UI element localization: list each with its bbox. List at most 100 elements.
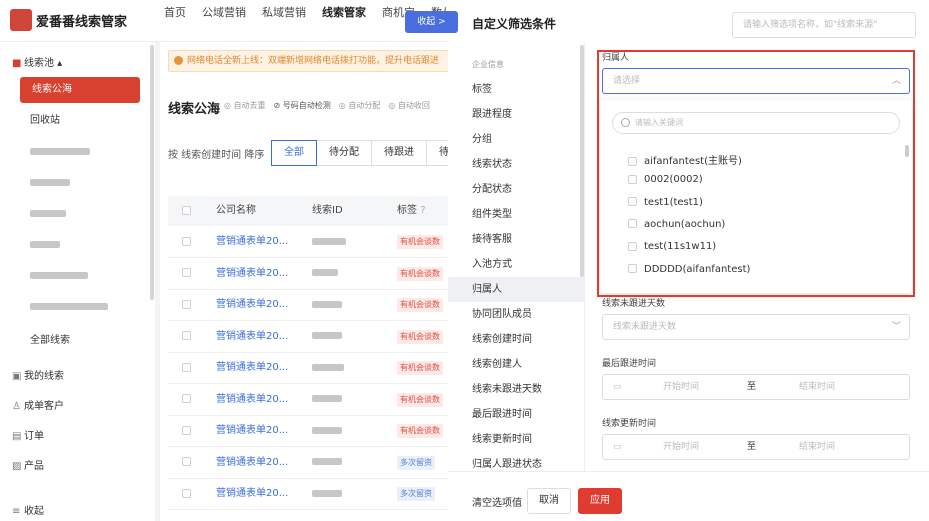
end-time[interactable]: 结束时间 [799,375,835,399]
sidebar-products[interactable]: ▨ 产品 [12,457,44,472]
topnav-public-marketing[interactable]: 公域营销 [194,0,254,42]
table-row[interactable]: 营销通表单20... 有机会谈数 [168,290,458,321]
sidebar-item-all-leads[interactable]: 全部线索 [10,328,145,354]
owner-option[interactable]: DDDDD(aifanfantest) [628,264,750,275]
filter-category-item[interactable]: 标签 [448,77,585,102]
row-checkbox[interactable] [182,290,191,320]
company-link[interactable]: 营销通表单20... [216,227,288,257]
company-link[interactable]: 营销通表单20... [216,448,288,478]
tab-all[interactable]: 全部 [271,140,317,166]
lead-icon: ▣ [12,371,22,382]
owner-search-input[interactable]: 请输入关键词 [612,112,900,134]
owner-option[interactable]: aifanfantest(主账号) [628,152,742,167]
filter-category-item[interactable]: 线索创建人 [448,352,585,377]
row-checkbox[interactable] [182,416,191,446]
owner-option[interactable]: 0002(0002) [628,174,703,185]
topnav-lead-manager[interactable]: 线索管家 [314,0,374,42]
sidebar-group-lead-pool[interactable]: ■ 线索池 ▴ [12,54,62,69]
table-row[interactable]: 营销通表单20... 有机会谈数 [168,385,458,416]
table-row[interactable]: 营销通表单20... 多次留资 [168,479,458,510]
row-checkbox[interactable] [182,385,191,415]
sidebar-item-blurred[interactable] [10,232,145,258]
end-time[interactable]: 结束时间 [799,435,835,459]
table-row[interactable]: 营销通表单20... 有机会谈数 [168,322,458,353]
tab-unassigned[interactable]: 待分配 [316,140,372,166]
owner-select[interactable]: 请选择 ︿ [602,68,910,94]
clear-options-button[interactable]: 清空选项值 [472,494,522,509]
sidebar-item-blurred[interactable] [10,294,145,320]
dropdown-scrollbar[interactable] [905,145,909,157]
row-checkbox[interactable] [182,353,191,383]
filter-category-item[interactable]: 归属人 [448,277,585,302]
row-checkbox[interactable] [182,322,191,352]
sidebar-collapse[interactable]: ≡ 收起 [12,502,44,517]
sidebar-scrollbar[interactable] [150,45,154,300]
filter-category-item[interactable]: 接待客服 [448,227,585,252]
collapse-button[interactable]: 收起 > [405,11,458,33]
option-auto-assign[interactable]: ◎ 自动分配 [339,100,381,111]
cancel-button[interactable]: 取消 [527,488,571,514]
option-auto-recall[interactable]: ◎ 自动收回 [388,100,430,111]
table-row[interactable]: 营销通表单20... 有机会谈数 [168,353,458,384]
row-checkbox[interactable] [182,448,191,478]
owner-option[interactable]: test1(test1) [628,197,703,208]
option-checkbox[interactable] [628,197,637,207]
not-followed-days-select[interactable]: 线索未跟进天数 ﹀ [602,314,910,340]
apply-button[interactable]: 应用 [578,488,622,514]
company-link[interactable]: 营销通表单20... [216,479,288,509]
table-row[interactable]: 营销通表单20... 有机会谈数 [168,259,458,290]
company-link[interactable]: 营销通表单20... [216,259,288,289]
start-time[interactable]: 开始时间 [663,435,699,459]
filter-category-item[interactable]: 线索创建时间 [448,327,585,352]
row-checkbox[interactable] [182,259,191,289]
sidebar-item-recycle[interactable]: 回收站 [10,108,145,134]
start-time[interactable]: 开始时间 [663,375,699,399]
sidebar-customers[interactable]: ♙ 成单客户 [12,397,64,412]
filter-search-input[interactable]: 请输入筛选项名称，如"线索来源" [732,12,916,38]
filter-category-item[interactable]: 跟进程度 [448,102,585,127]
option-number-check[interactable]: ⊘ 号码自动检测 [274,100,331,111]
topnav-home[interactable]: 首页 [156,0,194,42]
table-row[interactable]: 营销通表单20... 有机会谈数 [168,416,458,447]
option-checkbox[interactable] [628,156,637,166]
filter-category-item[interactable]: 分组 [448,127,585,152]
owner-option[interactable]: aochun(aochun) [628,219,725,230]
sidebar-item-blurred[interactable] [10,170,145,196]
filter-category-item[interactable]: 组件类型 [448,202,585,227]
option-checkbox[interactable] [628,241,637,251]
filter-category-item[interactable]: 最后跟进时间 [448,402,585,427]
filter-category-item[interactable]: 线索未跟进天数 [448,377,585,402]
company-link[interactable]: 营销通表单20... [216,385,288,415]
tab-pending[interactable]: 待跟进 [371,140,427,166]
sort-selector[interactable]: 按 线索创建时间 降序 [168,146,264,161]
filter-category-item[interactable]: 入池方式 [448,252,585,277]
filter-category-item[interactable]: 协同团队成员 [448,302,585,327]
option-checkbox[interactable] [628,219,637,229]
sidebar-item-blurred[interactable] [10,201,145,227]
sidebar-item-blurred[interactable] [10,139,145,165]
owner-option[interactable]: test(11s1w11) [628,241,716,252]
company-link[interactable]: 营销通表单20... [216,416,288,446]
table-row[interactable]: 营销通表单20... 有机会谈数 [168,227,458,258]
row-checkbox[interactable] [182,479,191,509]
filter-category-item[interactable]: 线索更新时间 [448,427,585,452]
category-scrollbar[interactable] [580,45,584,277]
row-checkbox[interactable] [182,227,191,257]
option-checkbox[interactable] [628,174,637,184]
company-link[interactable]: 营销通表单20... [216,290,288,320]
sidebar-my-leads[interactable]: ▣ 我的线索 [12,367,64,382]
sidebar-orders[interactable]: ▤ 订单 [12,427,44,442]
filter-category-item[interactable]: 分配状态 [448,177,585,202]
company-link[interactable]: 营销通表单20... [216,322,288,352]
table-row[interactable]: 营销通表单20... 多次留资 [168,448,458,479]
filter-category-item[interactable]: 线索状态 [448,152,585,177]
company-link[interactable]: 营销通表单20... [216,353,288,383]
option-auto-dedupe[interactable]: ◎ 自动去重 [224,100,266,111]
topnav-private-marketing[interactable]: 私域营销 [254,0,314,42]
sidebar-item-blurred[interactable] [10,263,145,289]
last-follow-time-range[interactable]: ▭ 开始时间 至 结束时间 [602,374,910,400]
select-all-checkbox[interactable] [182,196,191,226]
sidebar-item-lead-sea[interactable]: 线索公海 [20,77,140,103]
option-checkbox[interactable] [628,264,637,273]
update-time-range[interactable]: ▭ 开始时间 至 结束时间 [602,434,910,460]
